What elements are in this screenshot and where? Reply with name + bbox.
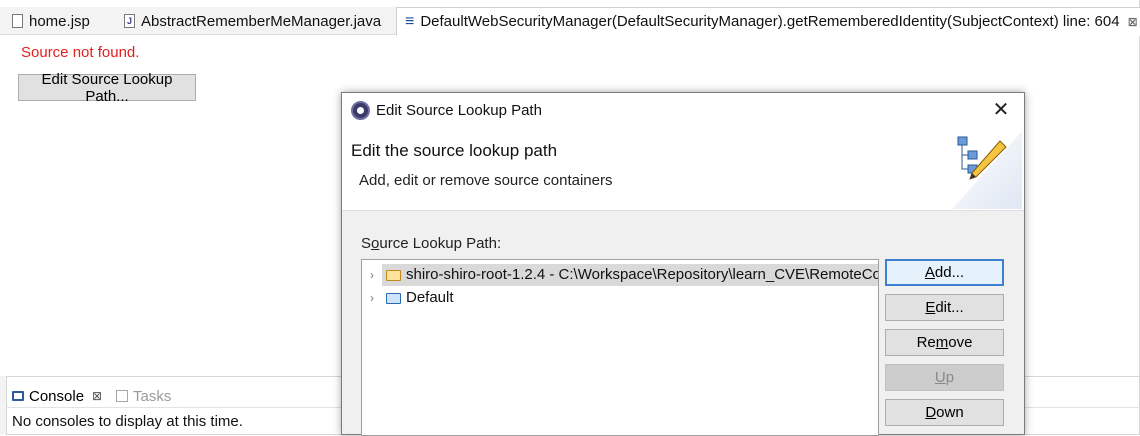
- tree-item-label: shiro-shiro-root-1.2.4 - C:\Workspace\Re…: [406, 266, 879, 283]
- open-folder-icon: [386, 270, 401, 281]
- console-icon: [12, 391, 24, 401]
- btn-text: Re: [916, 334, 936, 351]
- tab-console-label: Console: [29, 387, 85, 405]
- btn-mnemonic: m: [935, 334, 949, 351]
- btn-mnemonic: U: [934, 369, 946, 386]
- close-console-icon[interactable]: ⊠: [92, 389, 102, 403]
- up-button[interactable]: Up: [885, 364, 1004, 391]
- console-message: No consoles to display at this time.: [12, 413, 243, 430]
- down-button[interactable]: Down: [885, 399, 1004, 426]
- expand-chevron-icon[interactable]: ›: [370, 291, 374, 305]
- tab-label: AbstractRememberMeManager.java: [141, 12, 382, 30]
- source-lookup-banner-icon: [952, 131, 1022, 209]
- eclipse-icon: [351, 101, 370, 120]
- label-prefix: S: [361, 235, 372, 252]
- source-lookup-path-label: Source Lookup Path:: [361, 235, 501, 252]
- tasks-icon: [116, 390, 128, 402]
- edit-source-lookup-path-button[interactable]: Edit Source Lookup Path...: [18, 71, 196, 105]
- dialog-header: Edit the source lookup path Add, edit or…: [342, 129, 1024, 211]
- add-button[interactable]: Add...: [885, 259, 1004, 286]
- close-icon[interactable]: ✕: [990, 99, 1012, 121]
- close-tab-icon[interactable]: ⊠: [1128, 15, 1138, 29]
- tree-item-default[interactable]: › Default: [362, 287, 878, 309]
- tree-item-label: Default: [406, 289, 454, 306]
- btn-text: own: [936, 404, 964, 421]
- tab-abstract-remember-me-manager[interactable]: J AbstractRememberMeManager.java: [116, 7, 389, 35]
- tab-tasks[interactable]: Tasks: [116, 386, 171, 406]
- editor-tabbar: home.jsp J AbstractRememberMeManager.jav…: [0, 7, 1140, 36]
- source-lookup-tree[interactable]: › shiro-shiro-root-1.2.4 - C:\Workspace\…: [361, 259, 879, 436]
- tab-console[interactable]: Console ⊠: [12, 386, 102, 406]
- tab-default-web-security-manager[interactable]: ≡ DefaultWebSecurityManager(DefaultSecur…: [396, 7, 1140, 36]
- tab-tasks-label: Tasks: [133, 387, 172, 405]
- edit-button[interactable]: Edit...: [885, 294, 1004, 321]
- tab-label: DefaultWebSecurityManager(DefaultSecurit…: [420, 13, 1120, 30]
- file-icon: [12, 14, 23, 28]
- label-rest: urce Lookup Path:: [379, 235, 502, 252]
- tab-home-jsp[interactable]: home.jsp: [4, 7, 98, 35]
- btn-text: dd...: [934, 264, 965, 281]
- java-file-icon: J: [124, 14, 135, 28]
- btn-mnemonic: A: [924, 264, 935, 281]
- dialog-title: Edit Source Lookup Path: [376, 102, 542, 119]
- expand-chevron-icon[interactable]: ›: [370, 268, 374, 282]
- btn-text: ove: [948, 334, 973, 351]
- tab-label: home.jsp: [29, 12, 90, 30]
- source-not-found-message: Source not found.: [21, 44, 140, 61]
- edit-source-lookup-dialog: Edit Source Lookup Path ✕ Edit the sourc…: [341, 92, 1025, 436]
- stack-frame-icon: ≡: [405, 12, 415, 30]
- btn-mnemonic: D: [925, 404, 937, 421]
- btn-mnemonic: E: [925, 299, 936, 316]
- remove-button[interactable]: Re m ove: [885, 329, 1004, 356]
- header-title: Edit the source lookup path: [351, 141, 558, 160]
- btn-text: dit...: [935, 299, 964, 316]
- header-subtitle: Add, edit or remove source containers: [359, 172, 613, 189]
- dialog-titlebar: Edit Source Lookup Path ✕: [342, 93, 1024, 129]
- folder-icon: [386, 293, 401, 304]
- btn-text: p: [945, 369, 955, 386]
- tree-item-shiro[interactable]: › shiro-shiro-root-1.2.4 - C:\Workspace\…: [362, 264, 878, 286]
